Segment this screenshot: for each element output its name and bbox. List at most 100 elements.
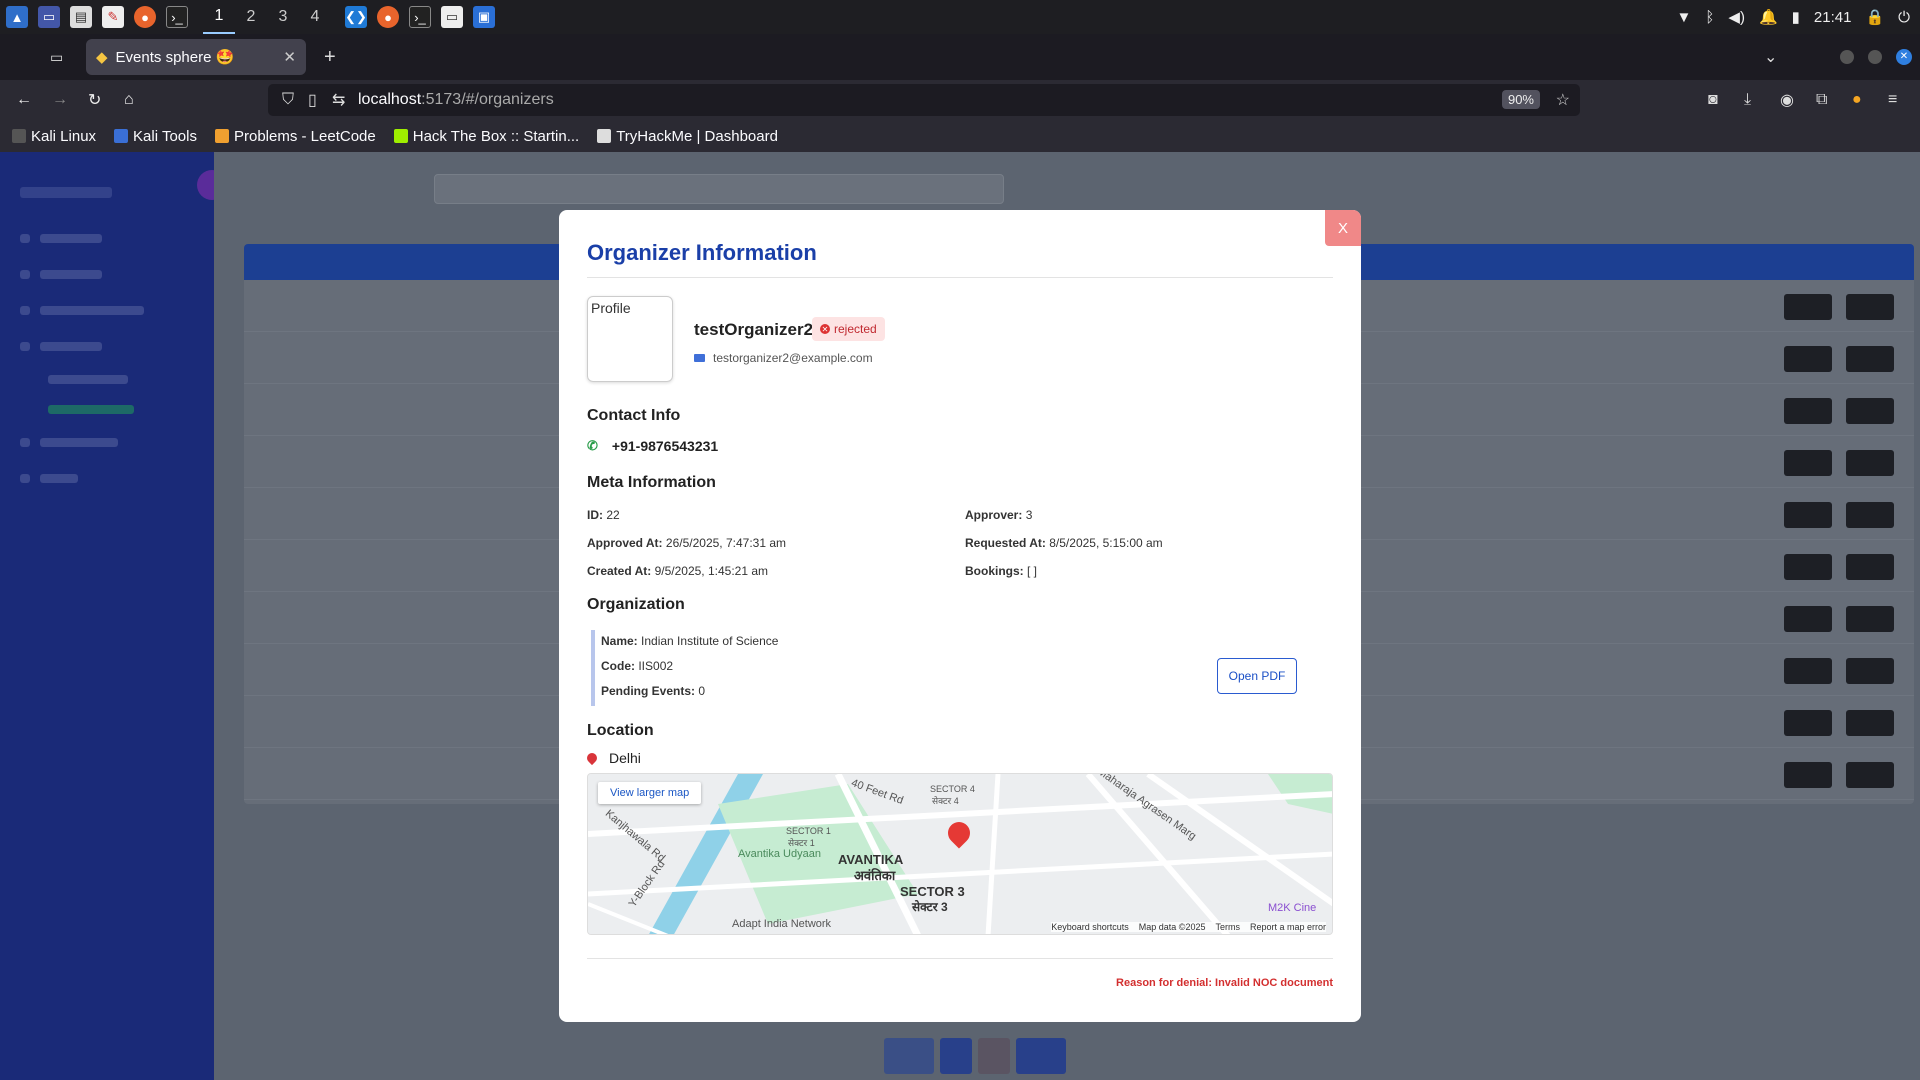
sidebar-item-3[interactable] bbox=[0, 292, 214, 328]
sidebar-item-2[interactable] bbox=[0, 256, 214, 292]
denial-reason: Reason for denial: Invalid NOC document bbox=[1116, 977, 1333, 989]
downloads-icon[interactable]: ⤓ bbox=[1744, 91, 1751, 109]
x-circle-icon: ✕ bbox=[820, 324, 830, 334]
meta-approver-value: 3 bbox=[1025, 508, 1033, 522]
sidebar-subitem-1[interactable] bbox=[0, 364, 214, 394]
bookmark-kali-tools[interactable]: Kali Tools bbox=[114, 128, 197, 145]
tab-overflow-icon[interactable]: ⌄ bbox=[1764, 47, 1777, 67]
close-window-icon[interactable]: ✕ bbox=[1896, 49, 1912, 65]
map-label: SECTOR 4 bbox=[930, 784, 975, 794]
meta-requested-value: 8/5/2025, 5:15:00 am bbox=[1049, 536, 1163, 550]
bluetooth-icon[interactable]: ᛒ bbox=[1705, 9, 1714, 26]
permissions-icon[interactable]: ⇆ bbox=[332, 90, 345, 110]
url-bar[interactable]: ⛉ ▯ ⇆ localhost:5173/#/organizers 90% ☆ bbox=[268, 84, 1580, 116]
notification-icon[interactable]: 🔔 bbox=[1759, 8, 1778, 26]
file-manager-icon[interactable]: ▤ bbox=[70, 6, 92, 28]
org-pending-events: Pending Events: 0 bbox=[601, 684, 705, 698]
favicon-icon: ◆ bbox=[96, 49, 108, 66]
home-icon[interactable]: ⌂ bbox=[124, 91, 134, 109]
volume-icon[interactable]: ◀) bbox=[1728, 8, 1745, 26]
meta-approved-at: Approved At: 26/5/2025, 7:47:31 am bbox=[587, 536, 786, 550]
app-icon[interactable]: ▣ bbox=[473, 6, 495, 28]
org-name-value: Indian Institute of Science bbox=[641, 634, 779, 648]
extension-icon[interactable]: ● bbox=[1852, 91, 1862, 109]
organizer-email: testorganizer2@example.com bbox=[694, 351, 873, 365]
open-pdf-button[interactable]: Open PDF bbox=[1217, 658, 1297, 694]
tab-events-sphere[interactable]: ◆ Events sphere 🤩 ✕ bbox=[86, 39, 306, 75]
clock[interactable]: 21:41 bbox=[1814, 9, 1852, 26]
maximize-icon[interactable] bbox=[1868, 50, 1882, 64]
terminal-icon[interactable]: ›_ bbox=[166, 6, 188, 28]
workspace-2[interactable]: 2 bbox=[235, 0, 267, 34]
location-map[interactable]: View larger map AVANTIKA अवंतिका SECTOR … bbox=[587, 773, 1333, 935]
workspace-3[interactable]: 3 bbox=[267, 0, 299, 34]
close-tab-icon[interactable]: ✕ bbox=[283, 48, 296, 66]
sidebar-subitem-2[interactable] bbox=[0, 394, 214, 424]
map-report-error[interactable]: Report a map error bbox=[1250, 922, 1326, 932]
bookmark-kali-linux[interactable]: Kali Linux bbox=[12, 128, 96, 145]
sidebar-item-4[interactable] bbox=[0, 328, 214, 364]
location-row: Delhi bbox=[584, 750, 641, 766]
workspace-4[interactable]: 4 bbox=[299, 0, 331, 34]
text-editor-icon[interactable]: ✎ bbox=[102, 6, 124, 28]
lock-icon[interactable]: 🔒 bbox=[1865, 8, 1884, 26]
minimize-icon[interactable] bbox=[1840, 50, 1854, 64]
kali-tools-icon bbox=[114, 129, 129, 143]
meta-created-at: Created At: 9/5/2025, 1:45:21 am bbox=[587, 564, 768, 578]
vscode-icon[interactable]: ❮❯ bbox=[345, 6, 367, 28]
page-1-button[interactable] bbox=[940, 1038, 972, 1074]
firefox-icon[interactable]: ● bbox=[134, 6, 156, 28]
map-keyboard-shortcuts[interactable]: Keyboard shortcuts bbox=[1051, 922, 1129, 932]
close-button[interactable]: X bbox=[1325, 210, 1361, 246]
page-icon: ▯ bbox=[308, 92, 317, 109]
sidebar-item-6[interactable] bbox=[0, 460, 214, 496]
org-accent-bar bbox=[591, 630, 595, 706]
phone-number: +91-9876543231 bbox=[611, 438, 719, 454]
bookmark-leetcode[interactable]: Problems - LeetCode bbox=[214, 128, 376, 145]
forward-icon[interactable]: → bbox=[52, 91, 68, 109]
sidebar-item-5[interactable] bbox=[0, 424, 214, 460]
back-icon[interactable]: ← bbox=[16, 91, 32, 109]
tab-list-icon[interactable]: ▭ bbox=[50, 49, 63, 66]
menu-icon[interactable]: ≡ bbox=[1888, 91, 1897, 109]
view-larger-map-link[interactable]: View larger map bbox=[598, 782, 702, 804]
terminal-window-icon[interactable]: ›_ bbox=[409, 6, 431, 28]
kali-icon bbox=[12, 129, 26, 143]
app-viewport: X Organizer Information Profile testOrga… bbox=[0, 152, 1920, 1080]
map-label: अवंतिका bbox=[854, 868, 896, 883]
browser-navbar: ← → ↻ ⌂ ⛉ ▯ ⇆ localhost:5173/#/organizer… bbox=[0, 80, 1920, 120]
desktop-icon[interactable]: ▭ bbox=[38, 6, 60, 28]
prev-page-button[interactable] bbox=[884, 1038, 934, 1074]
wifi-icon[interactable]: ▼ bbox=[1677, 9, 1692, 26]
divider bbox=[587, 958, 1333, 959]
zoom-level[interactable]: 90% bbox=[1501, 90, 1540, 109]
next-page-button[interactable] bbox=[1016, 1038, 1066, 1074]
bookmark-hackthebox[interactable]: Hack The Box :: Startin... bbox=[393, 127, 580, 145]
meta-heading: Meta Information bbox=[587, 474, 716, 491]
power-icon[interactable]: ⏻ bbox=[1898, 9, 1910, 26]
sidebar-item-1[interactable] bbox=[0, 220, 214, 256]
url-host: localhost bbox=[358, 91, 422, 108]
bookmark-label: TryHackMe | Dashboard bbox=[616, 127, 778, 145]
bookmark-label: Hack The Box :: Startin... bbox=[412, 127, 580, 145]
extensions-icon[interactable]: ⧉ bbox=[1816, 91, 1827, 109]
shield-icon[interactable]: ⛉ bbox=[282, 91, 294, 109]
firefox-window-icon[interactable]: ● bbox=[377, 6, 399, 28]
window-icon[interactable]: ▭ bbox=[441, 6, 463, 28]
account-icon[interactable]: ◉ bbox=[1780, 90, 1794, 110]
search-input[interactable] bbox=[434, 174, 1004, 204]
url-path: :5173/#/organizers bbox=[421, 91, 554, 108]
meta-approver: Approver: 3 bbox=[965, 508, 1032, 522]
battery-icon[interactable]: ▮ bbox=[1792, 8, 1800, 26]
bookmark-tryhackme[interactable]: TryHackMe | Dashboard bbox=[597, 128, 778, 145]
new-tab-icon[interactable]: + bbox=[324, 46, 336, 69]
reload-icon[interactable]: ↻ bbox=[88, 90, 101, 110]
pocket-icon[interactable]: ◙ bbox=[1708, 91, 1718, 109]
kali-menu-icon[interactable]: ▲ bbox=[6, 6, 28, 28]
meta-id: ID: 22 bbox=[587, 508, 620, 522]
page-2-button[interactable] bbox=[978, 1038, 1010, 1074]
workspace-1[interactable]: 1 bbox=[203, 0, 235, 34]
meta-bookings: Bookings: [ ] bbox=[965, 564, 1037, 578]
bookmark-star-icon[interactable]: ☆ bbox=[1556, 90, 1570, 110]
map-terms[interactable]: Terms bbox=[1215, 922, 1240, 932]
